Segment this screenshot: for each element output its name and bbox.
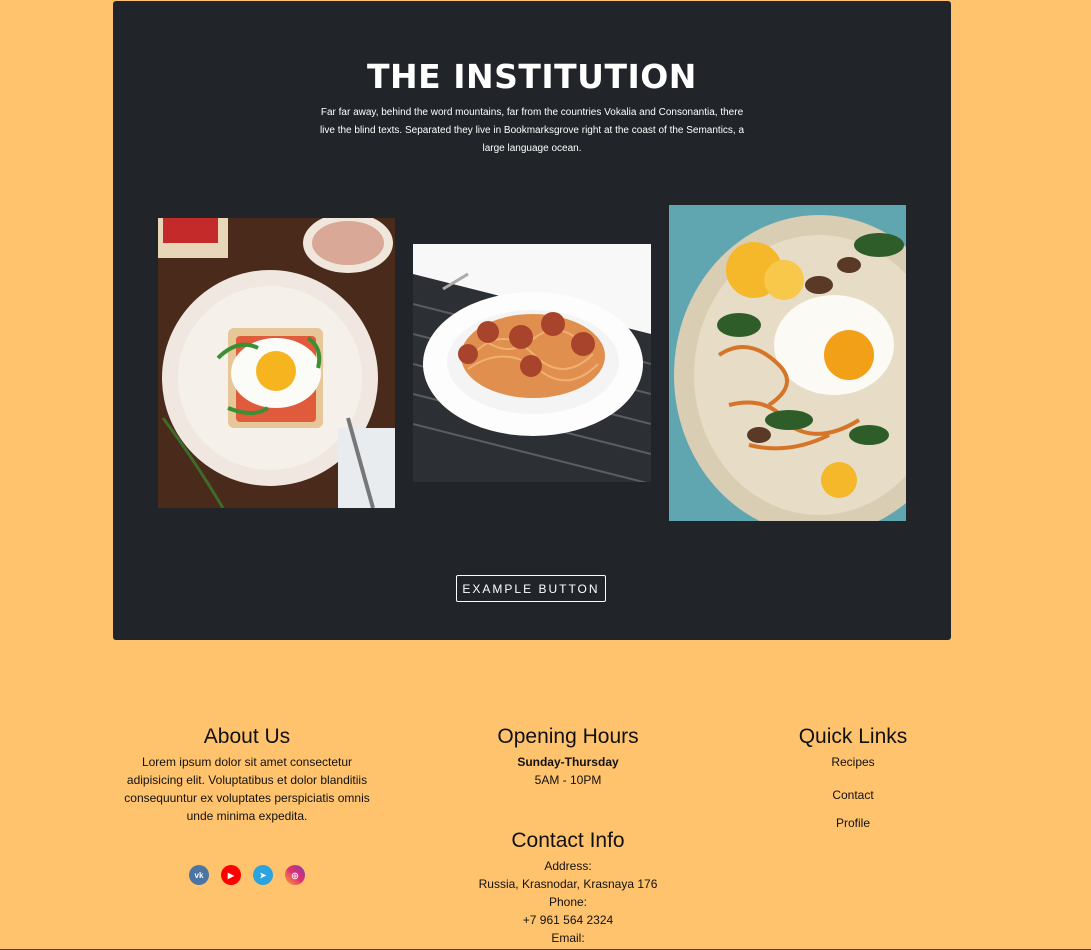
telegram-icon[interactable]: ➤ [253,865,273,885]
about-title: About Us [203,725,291,748]
youtube-icon[interactable]: ▶ [221,865,241,885]
phone-label: Phone: [548,895,588,909]
hours-time: 5AM - 10PM [534,773,602,787]
hours-title: Opening Hours [497,725,639,748]
link-profile[interactable]: Profile [753,809,953,837]
hero-section: THE INSTITUTION Far far away, behind the… [113,1,951,640]
page: THE INSTITUTION Far far away, behind the… [0,0,1091,950]
link-contact[interactable]: Contact [753,781,953,809]
photo-spaghetti [413,244,651,482]
quick-links-title: Quick Links [798,725,908,748]
about-section: About Us Lorem ipsum dolor sit amet cons… [120,725,374,825]
address-value: Russia, Krasnodar, Krasnaya 176 [478,877,658,891]
quick-links-section: Quick Links Recipes Contact Profile [753,725,953,837]
contact-info-section: Contact Info Address: Russia, Krasnodar,… [418,829,718,947]
instagram-icon[interactable]: ◎ [285,865,305,885]
opening-hours-section: Opening Hours Sunday-Thursday 5AM - 10PM [418,725,718,789]
hours-days: Sunday-Thursday [517,755,619,769]
about-text: Lorem ipsum dolor sit amet consectetur a… [124,755,370,823]
social-links: vk ▶ ➤ ◎ [189,865,305,885]
vk-icon[interactable]: vk [189,865,209,885]
example-button[interactable]: EXAMPLE BUTTON [456,575,606,602]
hero-description: Far far away, behind the word mountains,… [319,107,745,154]
address-label: Address: [544,859,592,873]
phone-value: +7 961 564 2324 [522,913,614,927]
photo-egg-noodles [669,205,906,521]
contact-title: Contact Info [511,829,625,852]
email-label: Email: [551,931,585,945]
photo-egg-toast [158,218,395,508]
hero-title: THE INSTITUTION [367,57,697,96]
link-recipes[interactable]: Recipes [753,753,953,771]
